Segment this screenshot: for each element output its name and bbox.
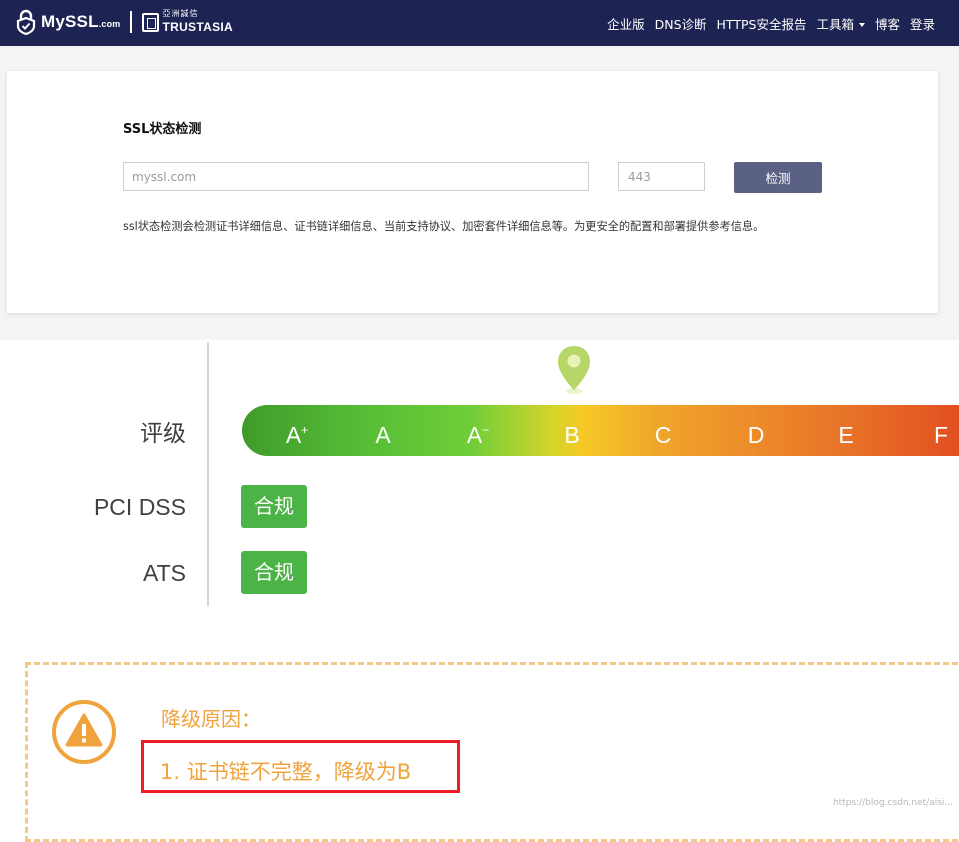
trustasia-logo: 亞洲誠信 TRUSTASIA	[163, 10, 233, 34]
ssl-check-card: SSL状态检测 检测 ssl状态检测会检测证书详细信息、证书链详细信息、当前支持…	[7, 71, 938, 313]
nav-dns-diagnosis[interactable]: DNS诊断	[655, 14, 707, 33]
downgrade-reason-item: 1. 证书链不完整，降级为B	[160, 756, 411, 786]
pci-dss-label: PCI DSS	[94, 494, 186, 521]
grade-a-plus: A+	[277, 405, 317, 456]
port-input[interactable]	[618, 162, 705, 191]
panel-divider	[207, 342, 209, 606]
downgrade-title: 降级原因：	[161, 703, 261, 732]
card-description: ssl状态检测会检测证书详细信息、证书链详细信息、当前支持协议、加密套件详细信息…	[123, 218, 764, 234]
grade-f: F	[921, 405, 959, 456]
nav-toolbox[interactable]: 工具箱	[816, 14, 865, 33]
top-nav-bar: MySSL.com 亞洲誠信 TRUSTASIA 企业版 DNS诊断 HTTPS…	[0, 0, 959, 46]
lock-shield-icon	[15, 9, 37, 35]
nav-blog[interactable]: 博客	[875, 14, 900, 33]
rating-label: 评级	[140, 414, 186, 448]
nav-login[interactable]: 登录	[910, 14, 935, 33]
ats-label: ATS	[143, 560, 186, 587]
myssl-logo[interactable]: MySSL.com 亞洲誠信 TRUSTASIA	[15, 8, 233, 36]
ats-status-badge: 合规	[241, 551, 307, 594]
card-title: SSL状态检测	[123, 118, 201, 137]
watermark: https://blog.csdn.net/aisi...	[833, 798, 953, 808]
nav-enterprise[interactable]: 企业版	[607, 14, 645, 33]
nav-toolbox-label: 工具箱	[816, 17, 854, 32]
logo-wordmark: MySSL.com	[41, 12, 121, 32]
trustasia-icon	[142, 13, 159, 32]
grade-a: A	[363, 405, 403, 456]
grade-b: B	[552, 405, 592, 456]
grade-e: E	[826, 405, 866, 456]
logo-divider	[130, 11, 132, 33]
warning-icon	[51, 699, 117, 765]
check-button[interactable]: 检测	[734, 162, 822, 193]
main-nav: 企业版 DNS诊断 HTTPS安全报告 工具箱 博客 登录	[607, 0, 935, 46]
pci-dss-status-badge: 合规	[241, 485, 307, 528]
map-pin-icon	[556, 344, 592, 396]
grade-scale-bar: A+ A A− B C D E F	[242, 405, 959, 456]
grade-c: C	[643, 405, 683, 456]
domain-input[interactable]	[123, 162, 589, 191]
caret-down-icon	[859, 23, 865, 27]
nav-https-report[interactable]: HTTPS安全报告	[717, 14, 807, 33]
grade-a-minus: A−	[458, 405, 498, 456]
grade-d: D	[736, 405, 776, 456]
